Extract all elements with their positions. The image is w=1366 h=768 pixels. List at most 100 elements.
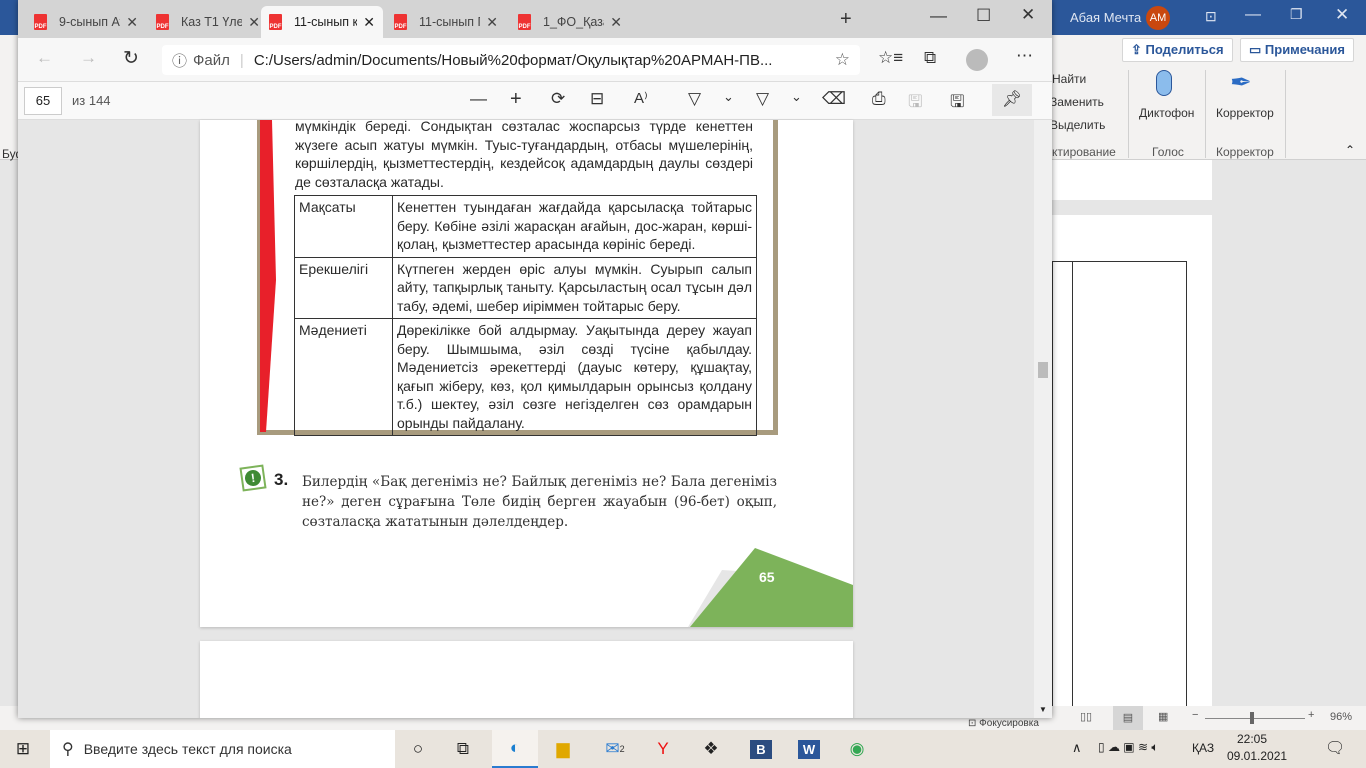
search-placeholder: Введите здесь текст для поиска — [83, 741, 292, 757]
close-tab-icon[interactable]: ✕ — [363, 14, 375, 31]
zoom-level[interactable]: 96% — [1330, 711, 1352, 723]
minimize-button[interactable]: — — [930, 6, 947, 26]
ribbon-display-icon[interactable]: ⊡ — [1205, 8, 1217, 25]
tab-label: 9-сынып Атамұра — [59, 15, 120, 29]
cortana-icon[interactable]: ○ — [395, 730, 441, 768]
task-view-icon[interactable]: ⧉ — [440, 730, 486, 768]
language-indicator[interactable]: ҚАЗ — [1192, 741, 1214, 755]
tab-active[interactable]: PDF 11-сынып қазақ т ✕ — [261, 6, 383, 38]
word-page — [1052, 215, 1212, 721]
address-bar[interactable]: ⓘ Файл | C:/Users/admin/Documents/Новый%… — [162, 45, 860, 75]
dictate-button[interactable]: Диктофон — [1139, 106, 1194, 120]
new-tab-button[interactable]: + — [840, 8, 852, 31]
tab[interactable]: PDF 11-сынып Гуманит ✕ — [386, 6, 506, 38]
url-text[interactable]: C:/Users/admin/Documents/Новый%20формат/… — [254, 52, 835, 69]
share-button[interactable]: ⇪ Поделиться — [1122, 38, 1233, 62]
chevron-down-icon[interactable]: ⌄ — [723, 89, 734, 105]
scrollbar-thumb[interactable] — [1038, 362, 1048, 378]
taskbar-search[interactable]: ⚲ Введите здесь текст для поиска — [50, 730, 395, 768]
app-b-icon[interactable]: B — [750, 739, 772, 759]
scroll-down-icon[interactable]: ▼ — [1039, 705, 1047, 714]
avatar[interactable]: АМ — [1146, 6, 1170, 30]
web-layout-icon[interactable]: ▦ — [1158, 710, 1168, 723]
zoom-slider[interactable] — [1205, 718, 1305, 719]
save-as-icon[interactable]: 🖫 — [950, 89, 964, 118]
favorite-star-icon[interactable]: ☆ — [835, 50, 850, 70]
tab[interactable]: PDF Каз Т1 Үлестірме ✕ — [148, 6, 268, 38]
find-button[interactable]: Найти — [1052, 72, 1086, 86]
close-tab-icon[interactable]: ✕ — [486, 14, 498, 31]
collections-icon[interactable]: ⧉ — [924, 48, 936, 68]
select-button[interactable]: Выделить — [1050, 118, 1105, 132]
clock-time[interactable]: 22:05 — [1237, 732, 1267, 746]
word-minimize-button[interactable]: — — [1245, 6, 1261, 24]
maximize-button[interactable]: ☐ — [976, 6, 991, 26]
print-layout-icon[interactable]: ▤ — [1113, 706, 1143, 730]
word-close-button[interactable]: ✕ — [1335, 5, 1349, 25]
favorites-icon[interactable]: ☆≡ — [878, 48, 903, 68]
close-tab-icon[interactable]: ✕ — [248, 14, 260, 31]
edge-taskbar-icon[interactable]: ◐ — [492, 730, 538, 768]
red-margin-bar — [260, 120, 276, 432]
draw-icon[interactable]: ▽ — [688, 89, 701, 109]
chrome-icon[interactable]: ◉ — [834, 730, 880, 768]
notifications-icon[interactable]: 🗨︎ — [1325, 738, 1345, 758]
page-number-input[interactable]: 65 — [24, 87, 62, 115]
highlight-icon[interactable]: ▽ — [756, 89, 769, 109]
yandex-icon[interactable]: Y — [640, 730, 686, 768]
tab-label: 11-сынып Гуманит — [419, 15, 480, 29]
more-icon[interactable]: ⋯ — [1016, 46, 1033, 66]
clock-date[interactable]: 09.01.2021 — [1227, 749, 1287, 763]
replace-button[interactable]: Заменить — [1050, 95, 1104, 109]
read-aloud-icon[interactable]: A⁾ — [634, 89, 648, 107]
editor-button[interactable]: Корректор — [1216, 106, 1274, 120]
rotate-icon[interactable]: ⟳ — [551, 89, 565, 109]
comments-button[interactable]: ▭ Примечания — [1240, 38, 1354, 62]
url-divider: | — [239, 51, 244, 69]
vertical-scrollbar[interactable]: ▼ — [1034, 120, 1052, 718]
zoom-out-button[interactable]: − — [1192, 709, 1198, 721]
tray-overflow-icon[interactable]: ∧ — [1072, 740, 1082, 756]
close-tab-icon[interactable]: ✕ — [126, 14, 138, 31]
voice-group-label: Голос — [1152, 145, 1184, 159]
taskbar: ⊞ ⚲ Введите здесь текст для поиска ○ ⧉ ◐ … — [0, 730, 1366, 768]
word-taskbar-icon[interactable]: W — [797, 739, 821, 759]
word-user-name: Абая Мечта — [1070, 10, 1142, 25]
zoom-in-icon[interactable]: + — [510, 88, 522, 111]
editor-pen-icon: ✒ — [1230, 67, 1252, 97]
share-label: Поделиться — [1145, 42, 1224, 57]
table-row: Мақсаты Кенеттен туындаған жағдайда қарсы… — [294, 195, 757, 258]
refresh-icon[interactable]: ↻ — [123, 47, 139, 70]
pdf-icon: PDF — [394, 14, 407, 30]
file-explorer-icon[interactable]: ▆ — [540, 730, 586, 768]
share-icon: ⇪ — [1131, 42, 1146, 57]
read-mode-icon[interactable]: ▯▯ — [1080, 710, 1092, 723]
row-label: Мақсаты — [294, 195, 393, 258]
tab[interactable]: PDF 9-сынып Атамұра ✕ — [26, 6, 146, 38]
print-icon[interactable]: ⎙ — [872, 89, 886, 109]
word-restore-button[interactable]: ❐ — [1290, 6, 1303, 23]
info-icon[interactable]: ⓘ — [172, 50, 187, 71]
save-icon[interactable]: 🖫 — [908, 89, 922, 118]
dropbox-icon[interactable]: ❖ — [688, 730, 734, 768]
back-arrow-icon[interactable]: ← — [36, 48, 53, 68]
fit-width-icon[interactable]: ⊟ — [590, 89, 604, 109]
close-tab-icon[interactable]: ✕ — [610, 14, 622, 31]
close-button[interactable]: ✕ — [1021, 5, 1035, 25]
table-row: Мәдениеті Дөрекілікке бой алдырмау. Уақыт… — [294, 318, 757, 436]
mail-icon[interactable]: ✉ 2 — [592, 730, 638, 768]
profile-icon[interactable] — [966, 49, 988, 71]
zoom-out-icon[interactable]: — — [470, 89, 487, 109]
zoom-in-button[interactable]: + — [1308, 709, 1314, 721]
eraser-icon[interactable]: ⌫ — [822, 89, 846, 109]
page-total: из 144 — [72, 93, 111, 108]
zoom-slider-thumb[interactable] — [1250, 712, 1254, 724]
windows-start-icon[interactable]: ⊞ — [0, 730, 46, 768]
tab[interactable]: PDF 1_ФО_Қазақ тілі_1 ✕ — [510, 6, 630, 38]
collapse-ribbon-icon[interactable]: ⌃ — [1345, 143, 1355, 157]
chevron-down-icon[interactable]: ⌄ — [791, 89, 802, 105]
pin-toolbar-icon[interactable]: 📌︎ — [992, 84, 1032, 116]
focus-mode-button[interactable]: ⊡ Фокусировка — [968, 718, 1039, 729]
tray-icons[interactable]: ▯ ☁ ▣ ≋ 🔈︎ — [1098, 740, 1159, 755]
forward-arrow-icon[interactable]: → — [80, 48, 97, 68]
